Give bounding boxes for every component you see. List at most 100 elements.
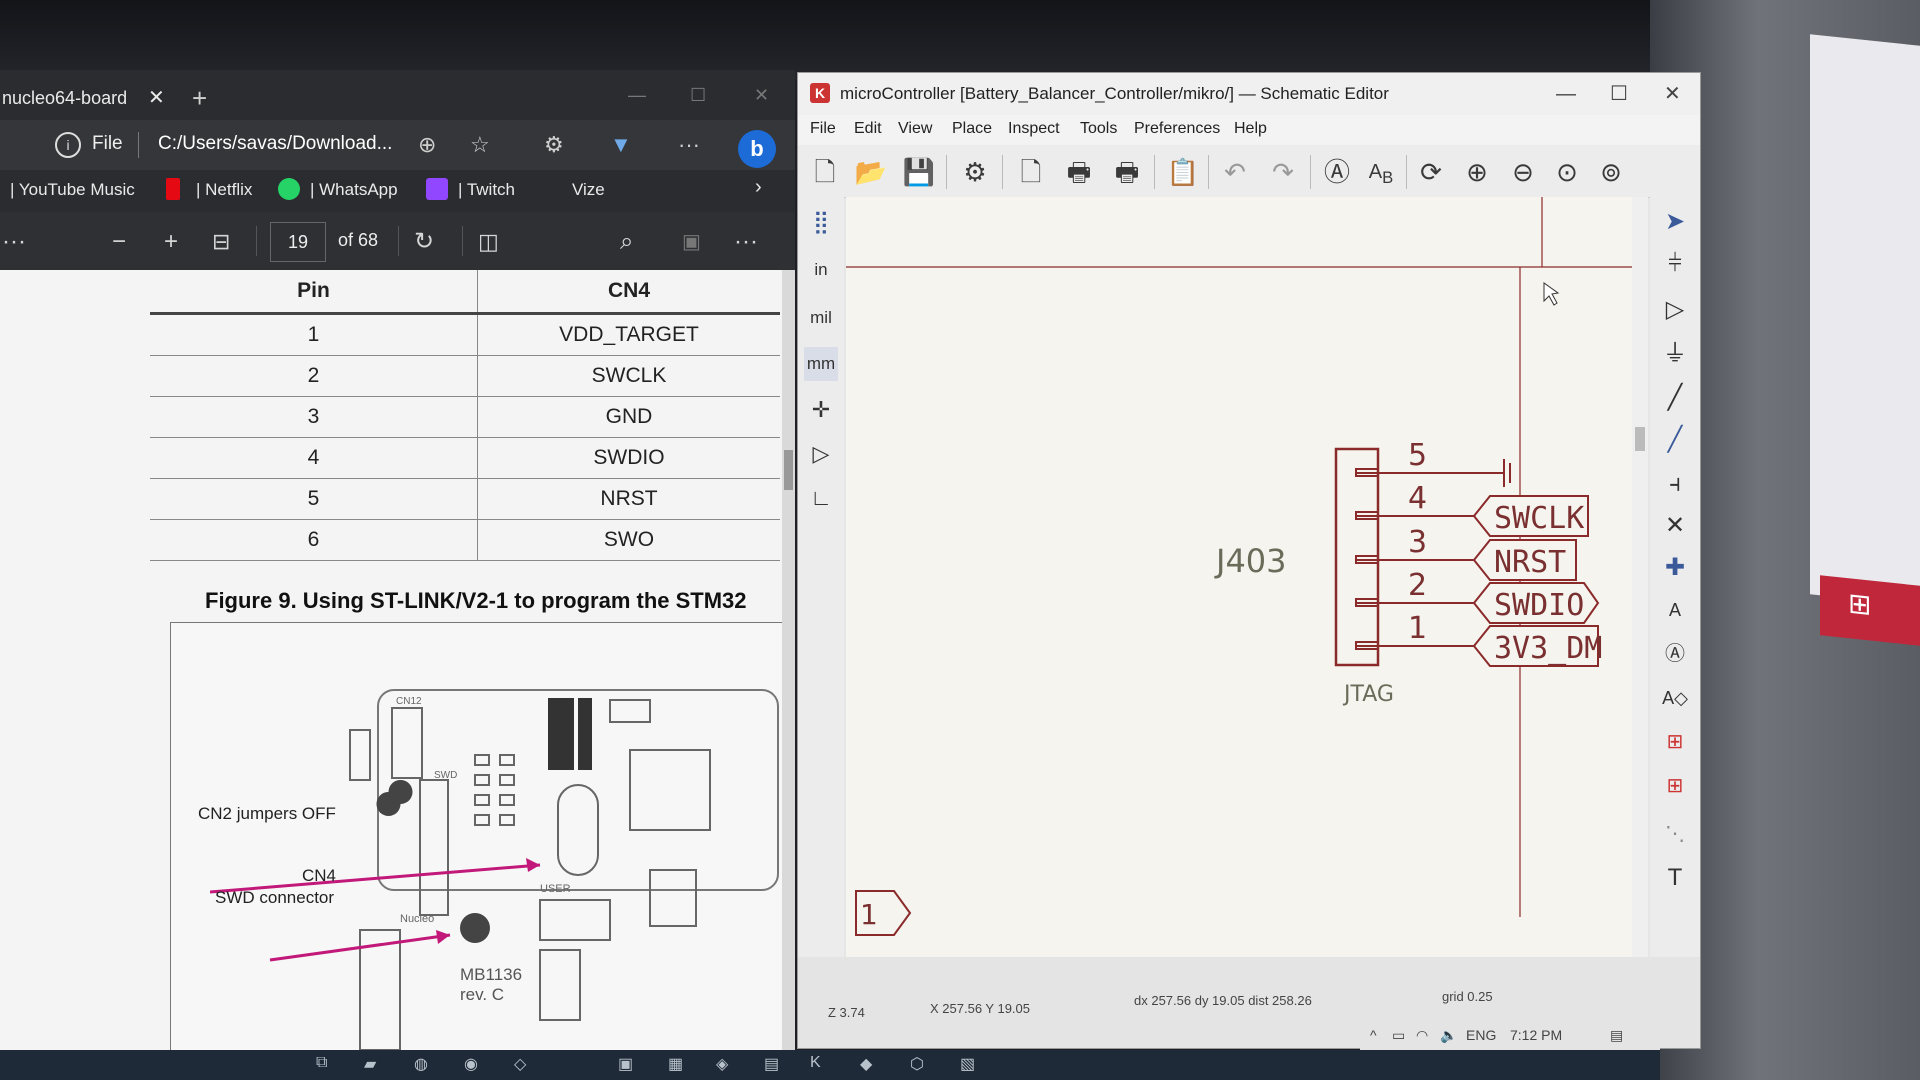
zoom-icon[interactable]: ⊕ <box>418 130 436 160</box>
vpn-shield-icon[interactable]: ▼ <box>610 130 632 160</box>
close-icon[interactable]: ✕ <box>754 80 769 110</box>
schematic-setup-icon[interactable]: ⚙ <box>958 155 992 189</box>
find-replace-icon[interactable]: AB <box>1364 155 1398 189</box>
page-view-icon[interactable]: ◫ <box>478 222 499 262</box>
select-arrow-icon[interactable]: ➤ <box>1658 205 1692 239</box>
app-icon[interactable]: ⬡ <box>910 1054 924 1074</box>
pdf-scroll-thumb[interactable] <box>784 450 793 490</box>
save-icon[interactable]: ▣ <box>682 222 701 262</box>
bookmark-vize[interactable]: Vize <box>572 180 605 200</box>
open-folder-icon[interactable]: 📂 <box>854 155 888 189</box>
print-icon[interactable]: 🖶 <box>1062 155 1096 189</box>
battery-icon[interactable]: ▭ <box>1392 1027 1405 1044</box>
bookmark-netflix[interactable]: | Netflix <box>196 180 252 200</box>
maximize-icon[interactable]: ☐ <box>690 80 706 110</box>
bus-entry-icon[interactable]: ⫞ <box>1658 467 1692 501</box>
save-icon[interactable]: 💾 <box>902 155 936 189</box>
address-url[interactable]: C:/Users/savas/Download... <box>158 133 392 155</box>
clock[interactable]: 7:12 PM <box>1510 1027 1562 1043</box>
add-text-icon[interactable]: T <box>1658 861 1692 895</box>
tab-nucleo64-board[interactable]: nucleo64-board <box>0 78 172 118</box>
maximize-icon[interactable]: ☐ <box>1610 79 1628 109</box>
plot-icon[interactable]: 🖶 <box>1110 155 1144 189</box>
chevron-right-icon[interactable]: › <box>755 176 762 199</box>
pdf-scrollbar[interactable] <box>782 270 795 1070</box>
add-bus-icon[interactable]: ╱ <box>1658 423 1692 457</box>
app-icon[interactable]: ▧ <box>960 1054 975 1074</box>
canvas-scrollbar[interactable] <box>1632 197 1648 957</box>
bookmark-youtube-music[interactable]: | YouTube Music <box>10 180 135 200</box>
graphic-line-icon[interactable]: ⋱ <box>1658 817 1692 851</box>
zoom-selection-icon[interactable]: ⊚ <box>1594 155 1628 189</box>
tab-close-icon[interactable]: ✕ <box>148 78 165 118</box>
rotate-icon[interactable]: ↻ <box>414 222 434 262</box>
app-icon[interactable]: ▣ <box>618 1054 633 1074</box>
close-icon[interactable]: ✕ <box>1664 79 1681 109</box>
add-symbol-icon[interactable]: ▷ <box>1658 293 1692 327</box>
zoom-out-icon[interactable]: ⊖ <box>1506 155 1540 189</box>
info-icon[interactable]: i <box>55 132 81 158</box>
menu-help[interactable]: Help <box>1234 120 1267 138</box>
notification-icon[interactable]: ▤ <box>1610 1027 1623 1044</box>
app-icon[interactable]: ◆ <box>860 1054 872 1074</box>
page-number-input[interactable]: 19 <box>270 222 326 262</box>
app-icon[interactable]: ◈ <box>716 1054 728 1074</box>
steam-icon[interactable]: ◉ <box>464 1054 478 1074</box>
app-icon[interactable]: ◇ <box>514 1054 526 1074</box>
wifi-icon[interactable]: ◠ <box>1416 1027 1428 1044</box>
global-label-icon[interactable]: Ⓐ <box>1658 637 1692 671</box>
unit-mil-button[interactable]: mil <box>804 301 838 335</box>
favorite-add-icon[interactable]: ☆ <box>470 130 490 160</box>
volume-icon[interactable]: 🔈 <box>1440 1027 1457 1044</box>
app-icon[interactable]: ▤ <box>764 1054 779 1074</box>
paste-icon[interactable]: 📋 <box>1166 155 1200 189</box>
cursor-crosshair-icon[interactable]: ✛ <box>804 393 838 427</box>
no-connect-icon[interactable]: ✕ <box>1658 509 1692 543</box>
junction-icon[interactable]: ✚ <box>1658 551 1692 585</box>
net-label-icon[interactable]: A <box>1658 593 1692 627</box>
minimize-icon[interactable]: — <box>1556 79 1576 109</box>
grid-toggle-icon[interactable]: ⣿ <box>804 205 838 239</box>
fit-page-icon[interactable]: ⊟ <box>212 222 230 262</box>
menu-tools[interactable]: Tools <box>1080 120 1117 138</box>
import-sheet-pin-icon[interactable]: ⊞ <box>1658 769 1692 803</box>
find-icon[interactable]: Ⓐ <box>1320 155 1354 189</box>
search-icon[interactable]: ⌕ <box>620 222 633 262</box>
new-file-icon[interactable]: 🗋 <box>808 155 842 189</box>
undo-icon[interactable]: ↶ <box>1218 155 1252 189</box>
extensions-icon[interactable]: ⚙ <box>544 130 564 160</box>
bookmark-twitch[interactable]: | Twitch <box>458 180 515 200</box>
menu-preferences[interactable]: Preferences <box>1134 120 1220 138</box>
bookmark-whatsapp[interactable]: | WhatsApp <box>310 180 398 200</box>
zoom-fit-icon[interactable]: ⊙ <box>1550 155 1584 189</box>
schematic-canvas[interactable]: 5 4 3 2 1 J403 JTAG SWCLK NRST SWDIO 3V3… <box>846 197 1632 957</box>
add-wire-icon[interactable]: ╱ <box>1658 381 1692 415</box>
add-power-icon[interactable]: ⏚ <box>1658 337 1692 371</box>
menu-place[interactable]: Place <box>952 120 992 138</box>
chevron-up-icon[interactable]: ^ <box>1370 1027 1377 1043</box>
app-icon[interactable]: ▦ <box>668 1054 683 1074</box>
menu-inspect[interactable]: Inspect <box>1008 120 1060 138</box>
unit-mm-button[interactable]: mm <box>804 347 838 381</box>
redo-icon[interactable]: ↷ <box>1266 155 1300 189</box>
edge-icon[interactable]: ◍ <box>414 1054 428 1074</box>
pdf-more-right-icon[interactable]: ··· <box>734 222 758 262</box>
minimize-icon[interactable]: — <box>628 80 646 110</box>
bing-icon[interactable]: b <box>738 130 776 168</box>
zoom-in-button[interactable]: + <box>164 222 178 262</box>
hierarchical-label-icon[interactable]: A◇ <box>1658 681 1692 715</box>
task-view-icon[interactable]: ⧉ <box>316 1054 327 1072</box>
line-mode-icon[interactable]: ∟ <box>804 481 838 515</box>
menu-view[interactable]: View <box>898 120 932 138</box>
language-indicator[interactable]: ENG <box>1466 1027 1496 1043</box>
canvas-scroll-thumb[interactable] <box>1635 427 1645 451</box>
zoom-in-icon[interactable]: ⊕ <box>1460 155 1494 189</box>
page-settings-icon[interactable]: 🗋 <box>1014 155 1048 189</box>
add-sheet-icon[interactable]: ⊞ <box>1658 725 1692 759</box>
file-explorer-icon[interactable]: ▰ <box>364 1054 376 1074</box>
hidden-pins-icon[interactable]: ▷ <box>804 437 838 471</box>
menu-file[interactable]: File <box>810 120 836 138</box>
highlight-net-icon[interactable]: ⫩ <box>1658 247 1692 281</box>
pdf-more-left-icon[interactable]: ··· <box>2 222 26 262</box>
refresh-icon[interactable]: ⟳ <box>1414 155 1448 189</box>
